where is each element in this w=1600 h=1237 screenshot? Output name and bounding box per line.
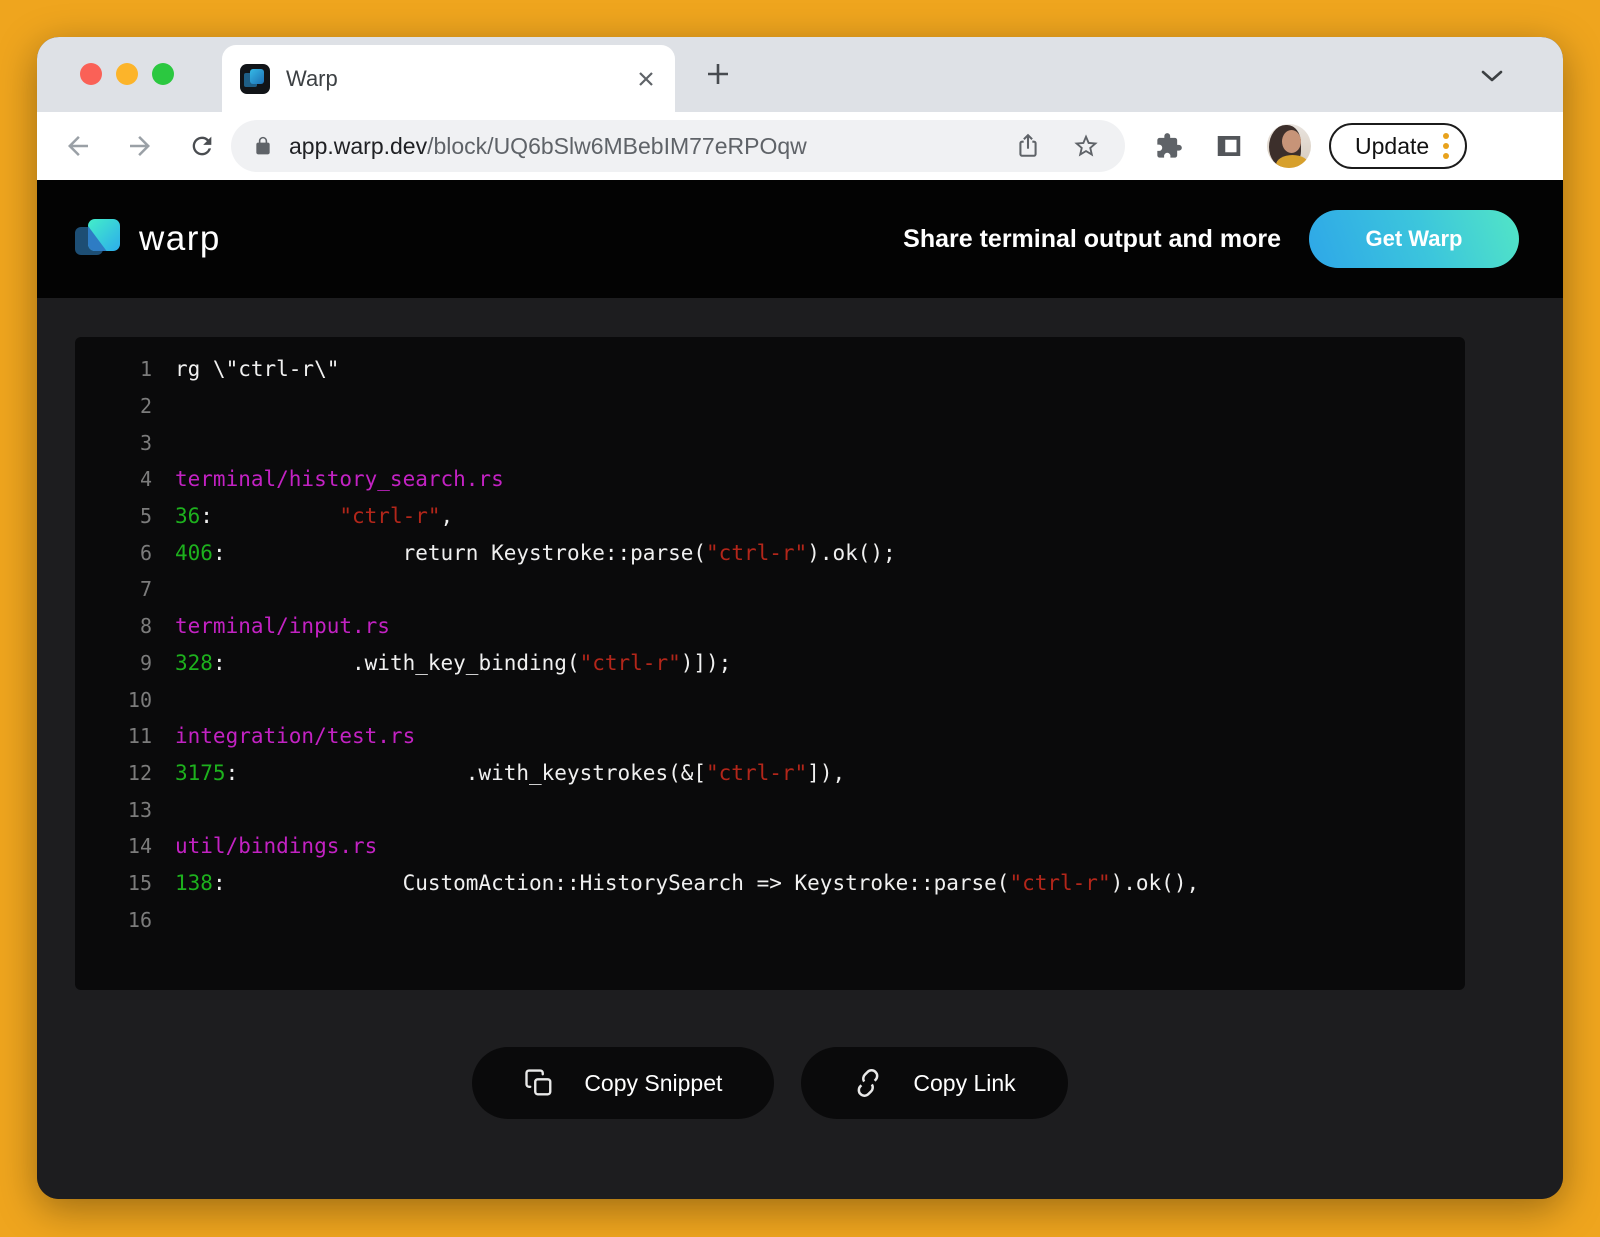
lock-icon xyxy=(253,134,273,158)
warp-logo-icon xyxy=(75,218,123,260)
maximize-window-button[interactable] xyxy=(152,63,174,85)
line-content: integration/test.rs xyxy=(175,724,415,748)
browser-menu-dots-icon[interactable] xyxy=(1443,133,1449,159)
terminal-line: 7 xyxy=(75,571,1465,608)
browser-window: Warp app.warp.dev/block/UQ6bSlw6MBebIM77… xyxy=(37,37,1563,1199)
reload-button[interactable] xyxy=(183,127,221,165)
url-bar[interactable]: app.warp.dev/block/UQ6bSlw6MBebIM77eRPOq… xyxy=(231,120,1125,172)
terminal-line: 16 xyxy=(75,901,1465,938)
side-panel-icon[interactable] xyxy=(1209,126,1249,166)
forward-button[interactable] xyxy=(121,127,159,165)
link-icon xyxy=(847,1062,889,1104)
line-content: 406: return Keystroke::parse("ctrl-r").o… xyxy=(175,541,896,565)
action-buttons: Copy Snippet Copy Link xyxy=(75,1047,1465,1119)
browser-toolbar: app.warp.dev/block/UQ6bSlw6MBebIM77eRPOq… xyxy=(37,112,1563,180)
line-number: 10 xyxy=(75,688,152,712)
line-content: terminal/input.rs xyxy=(175,614,390,638)
update-button-label: Update xyxy=(1355,133,1429,160)
line-number: 5 xyxy=(75,504,152,528)
page-header: warp Share terminal output and more Get … xyxy=(37,180,1563,298)
browser-tab[interactable]: Warp xyxy=(222,45,675,112)
terminal-line: 2 xyxy=(75,388,1465,425)
line-number: 14 xyxy=(75,834,152,858)
warp-logo-text: warp xyxy=(139,219,221,259)
terminal-line: 10 xyxy=(75,681,1465,718)
tab-title: Warp xyxy=(286,66,338,92)
terminal-line: 4 terminal/history_search.rs xyxy=(75,461,1465,498)
copy-snippet-button[interactable]: Copy Snippet xyxy=(472,1047,774,1119)
extensions-puzzle-icon[interactable] xyxy=(1149,126,1189,166)
url-domain: app.warp.dev xyxy=(289,133,427,160)
minimize-window-button[interactable] xyxy=(116,63,138,85)
line-content: 328: .with_key_binding("ctrl-r")]); xyxy=(175,651,731,675)
line-number: 12 xyxy=(75,761,152,785)
line-number: 8 xyxy=(75,614,152,638)
line-number: 9 xyxy=(75,651,152,675)
warp-logo[interactable]: warp xyxy=(75,218,221,260)
warp-share-page: warp Share terminal output and more Get … xyxy=(37,180,1563,1199)
line-number: 13 xyxy=(75,798,152,822)
tab-close-icon[interactable] xyxy=(633,66,659,92)
get-warp-button[interactable]: Get Warp xyxy=(1309,210,1519,268)
line-number: 1 xyxy=(75,357,152,381)
terminal-line: 13 xyxy=(75,791,1465,828)
close-window-button[interactable] xyxy=(80,63,102,85)
line-number: 11 xyxy=(75,724,152,748)
line-number: 16 xyxy=(75,908,152,932)
line-number: 15 xyxy=(75,871,152,895)
copy-icon xyxy=(524,1068,554,1098)
copy-snippet-label: Copy Snippet xyxy=(584,1070,722,1097)
line-content: util/bindings.rs xyxy=(175,834,377,858)
terminal-line: 15 138: CustomAction::HistorySearch => Ke… xyxy=(75,865,1465,902)
tab-search-chevron-icon[interactable] xyxy=(1479,63,1505,89)
line-content: 36: "ctrl-r", xyxy=(175,504,453,528)
terminal-line: 3 xyxy=(75,424,1465,461)
copy-link-button[interactable]: Copy Link xyxy=(801,1047,1067,1119)
copy-link-label: Copy Link xyxy=(913,1070,1015,1097)
share-icon[interactable] xyxy=(1011,129,1045,163)
back-button[interactable] xyxy=(59,127,97,165)
terminal-line: 14 util/bindings.rs xyxy=(75,828,1465,865)
warp-favicon-icon xyxy=(240,64,270,94)
terminal-line: 5 36: "ctrl-r", xyxy=(75,498,1465,535)
line-number: 3 xyxy=(75,431,152,455)
terminal-code: 1 rg \"ctrl-r\" 2 3 4 terminal/history_search… xyxy=(75,337,1465,990)
line-content: 3175: .with_keystrokes(&["ctrl-r"]), xyxy=(175,761,845,785)
url-path: /block/UQ6bSlw6MBebIM77eRPOqw xyxy=(427,133,807,160)
terminal-line: 9 328: .with_key_binding("ctrl-r")]); xyxy=(75,645,1465,682)
new-tab-button[interactable] xyxy=(699,55,737,93)
bookmark-star-icon[interactable] xyxy=(1069,129,1103,163)
terminal-line: 11 integration/test.rs xyxy=(75,718,1465,755)
update-button[interactable]: Update xyxy=(1329,123,1467,169)
line-content: 138: CustomAction::HistorySearch => Keys… xyxy=(175,871,1199,895)
page-tagline: Share terminal output and more xyxy=(903,225,1281,254)
profile-avatar[interactable] xyxy=(1267,124,1311,168)
line-number: 7 xyxy=(75,577,152,601)
line-content: rg \"ctrl-r\" xyxy=(175,357,339,381)
line-number: 6 xyxy=(75,541,152,565)
terminal-line: 8 terminal/input.rs xyxy=(75,608,1465,645)
line-number: 4 xyxy=(75,467,152,491)
line-number: 2 xyxy=(75,394,152,418)
terminal-line: 1 rg \"ctrl-r\" xyxy=(75,351,1465,388)
tab-strip: Warp xyxy=(37,37,1563,112)
terminal-line: 12 3175: .with_keystrokes(&["ctrl-r"]), xyxy=(75,755,1465,792)
terminal-line: 6 406: return Keystroke::parse("ctrl-r").… xyxy=(75,534,1465,571)
line-content: terminal/history_search.rs xyxy=(175,467,504,491)
